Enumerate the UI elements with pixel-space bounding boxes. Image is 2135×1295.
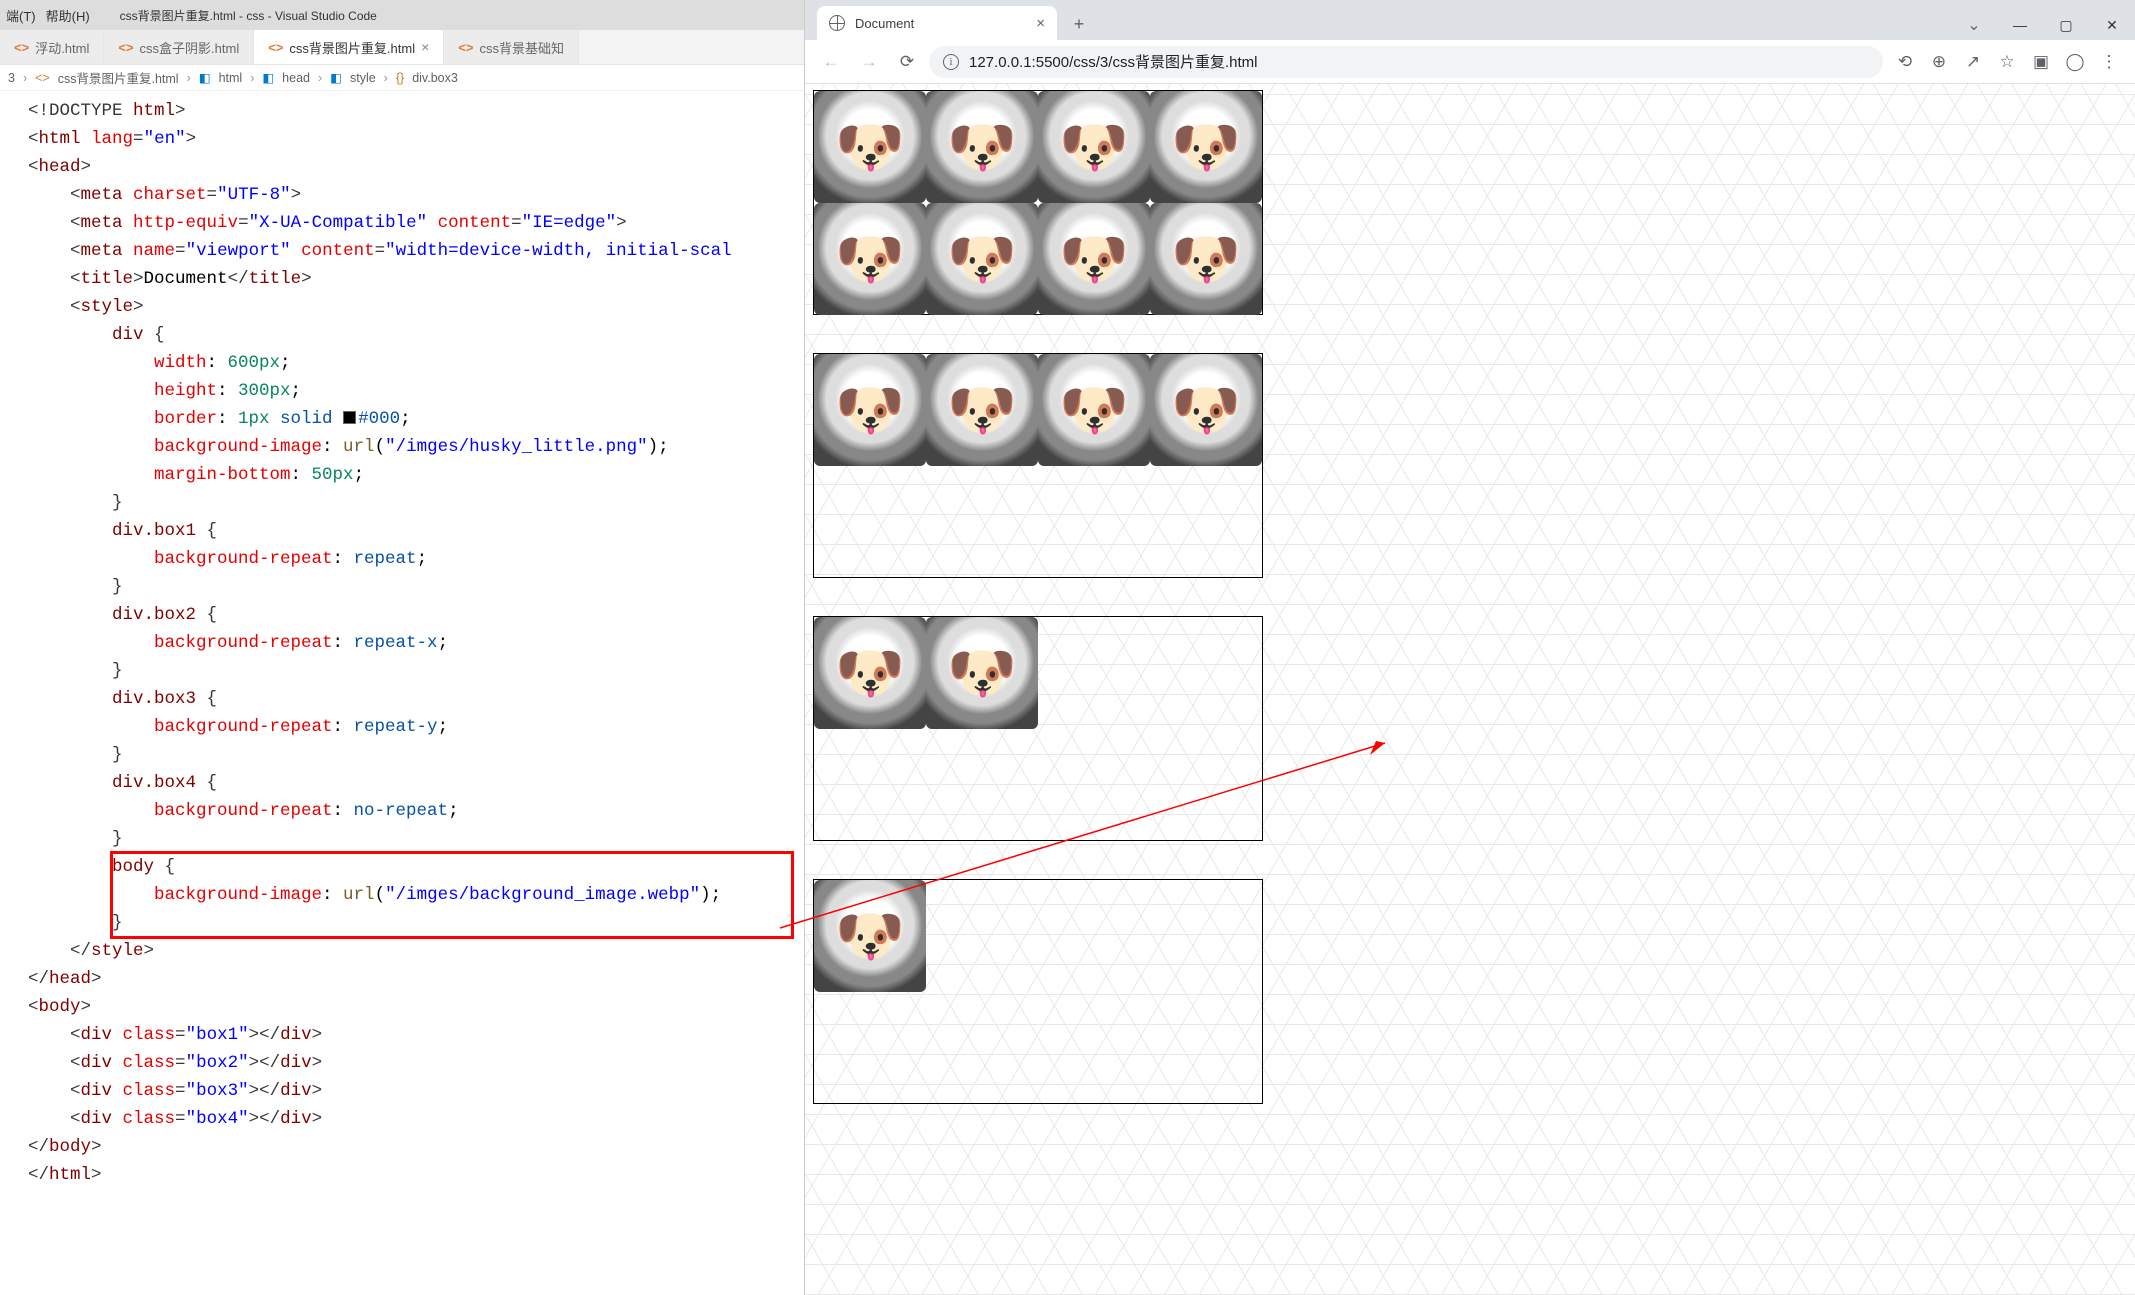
globe-icon	[829, 15, 845, 31]
minimize-button[interactable]: —	[1997, 10, 2043, 40]
close-button[interactable]: ✕	[2089, 10, 2135, 40]
reload-button[interactable]: ⟳	[891, 46, 923, 78]
breadcrumb-item[interactable]: style	[350, 71, 376, 85]
forward-button[interactable]: →	[853, 46, 885, 78]
chevron-right-icon: ›	[250, 71, 254, 85]
back-button[interactable]: ←	[815, 46, 847, 78]
chevron-right-icon: ›	[318, 71, 322, 85]
close-icon[interactable]: ×	[421, 39, 429, 55]
chrome-titlebar: Document × + ⌄ — ▢ ✕	[805, 0, 2135, 40]
editor-tab-active[interactable]: <> css背景图片重复.html ×	[254, 30, 444, 64]
page-body	[805, 84, 2135, 1295]
html-file-icon: <>	[118, 40, 133, 55]
window-title: css背景图片重复.html - css - Visual Studio Cod…	[120, 7, 377, 24]
bookmark-icon[interactable]: ☆	[1991, 46, 2023, 78]
menu-terminal[interactable]: 端(T)	[6, 6, 36, 25]
menu-icon[interactable]: ⋮	[2093, 46, 2125, 78]
html-file-icon: <>	[458, 40, 473, 55]
tab-label: css背景基础知	[479, 38, 564, 57]
demo-box-repeat-x	[813, 353, 1263, 578]
symbol-icon: ◧	[262, 70, 274, 85]
side-panel-icon[interactable]: ▣	[2025, 46, 2057, 78]
window-controls: ⌄ — ▢ ✕	[1951, 10, 2135, 40]
breadcrumb-item[interactable]: html	[219, 71, 243, 85]
maximize-button[interactable]: ▢	[2043, 10, 2089, 40]
breadcrumb-item[interactable]: head	[282, 71, 310, 85]
chrome-toolbar: ← → ⟳ i 127.0.0.1:5500/css/3/css背景图片重复.h…	[805, 40, 2135, 84]
editor-tabs: <> 浮动.html <> css盒子阴影.html <> css背景图片重复.htm…	[0, 30, 804, 65]
chevron-right-icon: ›	[384, 71, 388, 85]
symbol-icon: ◧	[199, 70, 211, 85]
demo-box-no-repeat	[813, 879, 1263, 1104]
editor-tab[interactable]: <> css盒子阴影.html	[104, 30, 254, 64]
vscode-menubar: 端(T) 帮助(H) css背景图片重复.html - css - Visual…	[0, 0, 804, 30]
zoom-icon[interactable]: ⊕	[1923, 46, 1955, 78]
site-info-icon[interactable]: i	[943, 54, 959, 70]
chevron-down-icon[interactable]: ⌄	[1951, 10, 1997, 40]
profile-icon[interactable]: ◯	[2059, 46, 2091, 78]
annotation-highlight: body { background-image: url("/imges/bac…	[112, 853, 792, 937]
symbol-icon: {}	[396, 71, 404, 85]
demo-box-repeat	[813, 90, 1263, 315]
editor-tab[interactable]: <> 浮动.html	[0, 30, 104, 64]
chevron-right-icon: ›	[23, 71, 27, 85]
browser-tab[interactable]: Document ×	[817, 6, 1057, 40]
chevron-right-icon: ›	[187, 71, 191, 85]
demo-box-repeat-y	[813, 616, 1263, 841]
chrome-tabstrip: Document × +	[805, 6, 1951, 40]
breadcrumb-item[interactable]: css背景图片重复.html	[58, 68, 179, 87]
menu-help[interactable]: 帮助(H)	[46, 6, 90, 25]
address-bar[interactable]: i 127.0.0.1:5500/css/3/css背景图片重复.html	[929, 46, 1883, 78]
code-editor[interactable]: <!DOCTYPE html> <html lang="en"> <head> …	[0, 91, 804, 1189]
share-icon[interactable]: ↗	[1957, 46, 1989, 78]
tab-label: css背景图片重复.html	[289, 38, 415, 57]
tab-label: 浮动.html	[35, 38, 89, 57]
editor-tab[interactable]: <> css背景基础知	[444, 30, 579, 64]
browser-viewport[interactable]	[805, 84, 2135, 1295]
color-swatch-icon	[343, 411, 356, 424]
breadcrumb-item[interactable]: div.box3	[412, 71, 458, 85]
tab-label: css盒子阴影.html	[140, 38, 240, 57]
html-file-icon: <>	[14, 40, 29, 55]
chrome-window: Document × + ⌄ — ▢ ✕ ← → ⟳ i 127.0.0.1:5…	[805, 0, 2135, 1295]
symbol-icon: ◧	[330, 70, 342, 85]
url-text: 127.0.0.1:5500/css/3/css背景图片重复.html	[969, 51, 1257, 72]
breadcrumb-item[interactable]: 3	[8, 71, 15, 85]
breadcrumb: 3 › <> css背景图片重复.html › ◧ html › ◧ head › ◧ styl…	[0, 65, 804, 91]
html-file-icon: <>	[35, 71, 50, 85]
vscode-window: 端(T) 帮助(H) css背景图片重复.html - css - Visual…	[0, 0, 805, 1295]
translate-icon[interactable]: ⟲	[1889, 46, 1921, 78]
tab-title: Document	[855, 16, 914, 31]
html-file-icon: <>	[268, 40, 283, 55]
new-tab-button[interactable]: +	[1065, 10, 1093, 38]
close-icon[interactable]: ×	[1036, 15, 1045, 32]
